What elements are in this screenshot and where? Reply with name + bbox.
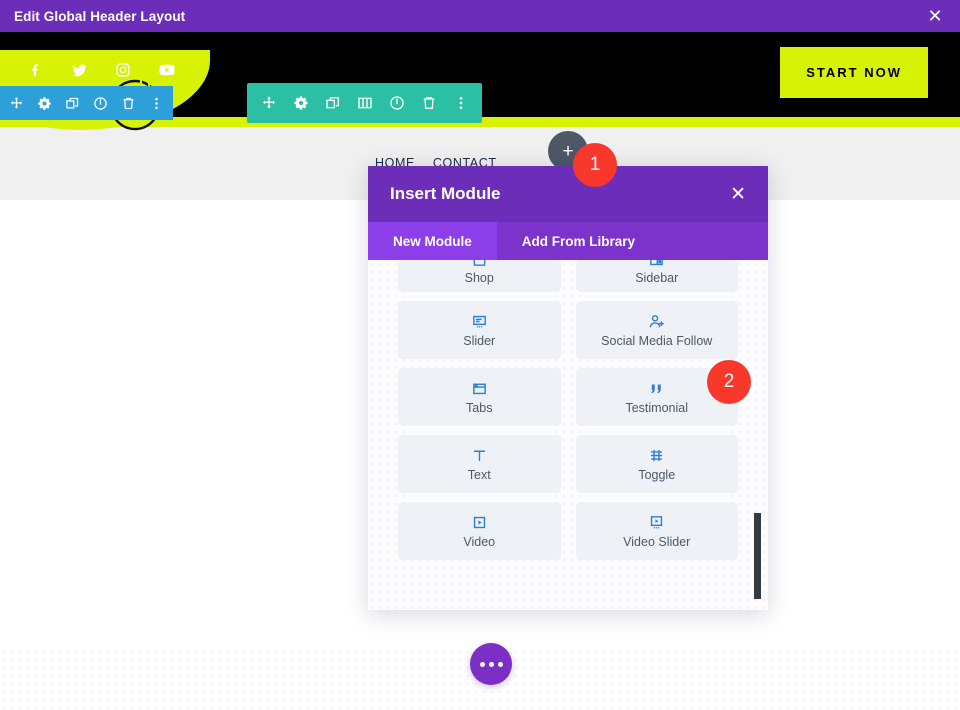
module-label: Toggle (638, 467, 676, 482)
step-badge-1: 1 (573, 143, 617, 187)
trash-icon[interactable] (420, 95, 437, 112)
modal-title: Insert Module (390, 184, 501, 203)
quote-icon (648, 380, 666, 398)
slider-icon (471, 313, 488, 331)
page-title: Edit Global Header Layout (14, 8, 186, 24)
power-icon[interactable] (388, 95, 405, 112)
sidebar-icon (648, 260, 665, 268)
module-label: Slider (463, 333, 496, 348)
duplicate-icon[interactable] (324, 95, 341, 112)
row-toolbar[interactable] (247, 83, 482, 123)
module-item-toggle[interactable]: Toggle (575, 435, 738, 493)
gear-icon[interactable] (36, 95, 53, 112)
modal-tabs[interactable]: New Module Add From Library (368, 222, 768, 260)
module-label: Sidebar (635, 271, 679, 285)
module-item-text[interactable]: Text (398, 435, 561, 493)
admin-bar: Edit Global Header Layout ✕ (0, 0, 960, 32)
trash-icon[interactable] (120, 95, 137, 112)
module-item-tabs[interactable]: Tabs (398, 368, 561, 426)
tabs-icon (471, 380, 488, 398)
module-label: Text (467, 467, 491, 482)
screen-root: Edit Global Header Layout ✕ START NOW HO… (0, 0, 960, 710)
text-icon (471, 447, 488, 465)
shop-bag-icon (471, 260, 488, 268)
modal-header: Insert Module ✕ (368, 166, 768, 222)
module-item-shop[interactable]: Shop (398, 260, 561, 292)
module-toolbar[interactable] (0, 86, 173, 120)
modal-scrollbar[interactable] (753, 260, 765, 610)
columns-icon[interactable] (356, 95, 373, 112)
module-item-slider[interactable]: Slider (398, 301, 561, 359)
ellipsis-icon (497, 661, 503, 667)
instagram-icon[interactable] (104, 51, 142, 89)
module-label: Shop (464, 271, 494, 285)
module-list-body: Shop Sidebar Slider Social Media Follow … (368, 260, 768, 610)
more-options-icon[interactable] (452, 95, 469, 112)
start-now-button[interactable]: START NOW (780, 47, 928, 98)
video-icon (471, 514, 488, 532)
move-icon[interactable] (260, 95, 277, 112)
page-settings-fab[interactable] (470, 643, 512, 685)
module-label: Video (463, 534, 496, 549)
duplicate-icon[interactable] (64, 95, 81, 112)
toggle-icon (648, 447, 665, 465)
module-label: Video Slider (623, 534, 691, 549)
scrollbar-thumb[interactable] (754, 513, 761, 599)
module-label: Testimonial (625, 400, 689, 415)
module-label: Tabs (466, 400, 493, 415)
module-grid: Shop Sidebar Slider Social Media Follow … (398, 260, 738, 560)
step-badge-2: 2 (707, 360, 751, 404)
youtube-icon[interactable] (148, 51, 186, 89)
social-follow-icon (648, 313, 665, 331)
ellipsis-icon (479, 661, 485, 667)
more-options-icon[interactable] (148, 95, 165, 112)
close-icon[interactable]: ✕ (730, 185, 746, 204)
tab-add-from-library[interactable]: Add From Library (497, 222, 660, 260)
video-slider-icon (648, 514, 665, 532)
move-icon[interactable] (8, 95, 25, 112)
gear-icon[interactable] (292, 95, 309, 112)
close-icon[interactable]: ✕ (924, 5, 946, 27)
tab-new-module[interactable]: New Module (368, 222, 497, 260)
module-item-video[interactable]: Video (398, 502, 561, 560)
module-item-social-media-follow[interactable]: Social Media Follow (575, 301, 738, 359)
module-item-sidebar[interactable]: Sidebar (575, 260, 738, 292)
twitter-icon[interactable] (60, 51, 98, 89)
module-label: Social Media Follow (601, 333, 713, 348)
ellipsis-icon (488, 661, 494, 667)
facebook-icon[interactable] (16, 51, 54, 89)
social-media-follow-module[interactable] (16, 51, 186, 89)
power-icon[interactable] (92, 95, 109, 112)
module-item-video-slider[interactable]: Video Slider (575, 502, 738, 560)
